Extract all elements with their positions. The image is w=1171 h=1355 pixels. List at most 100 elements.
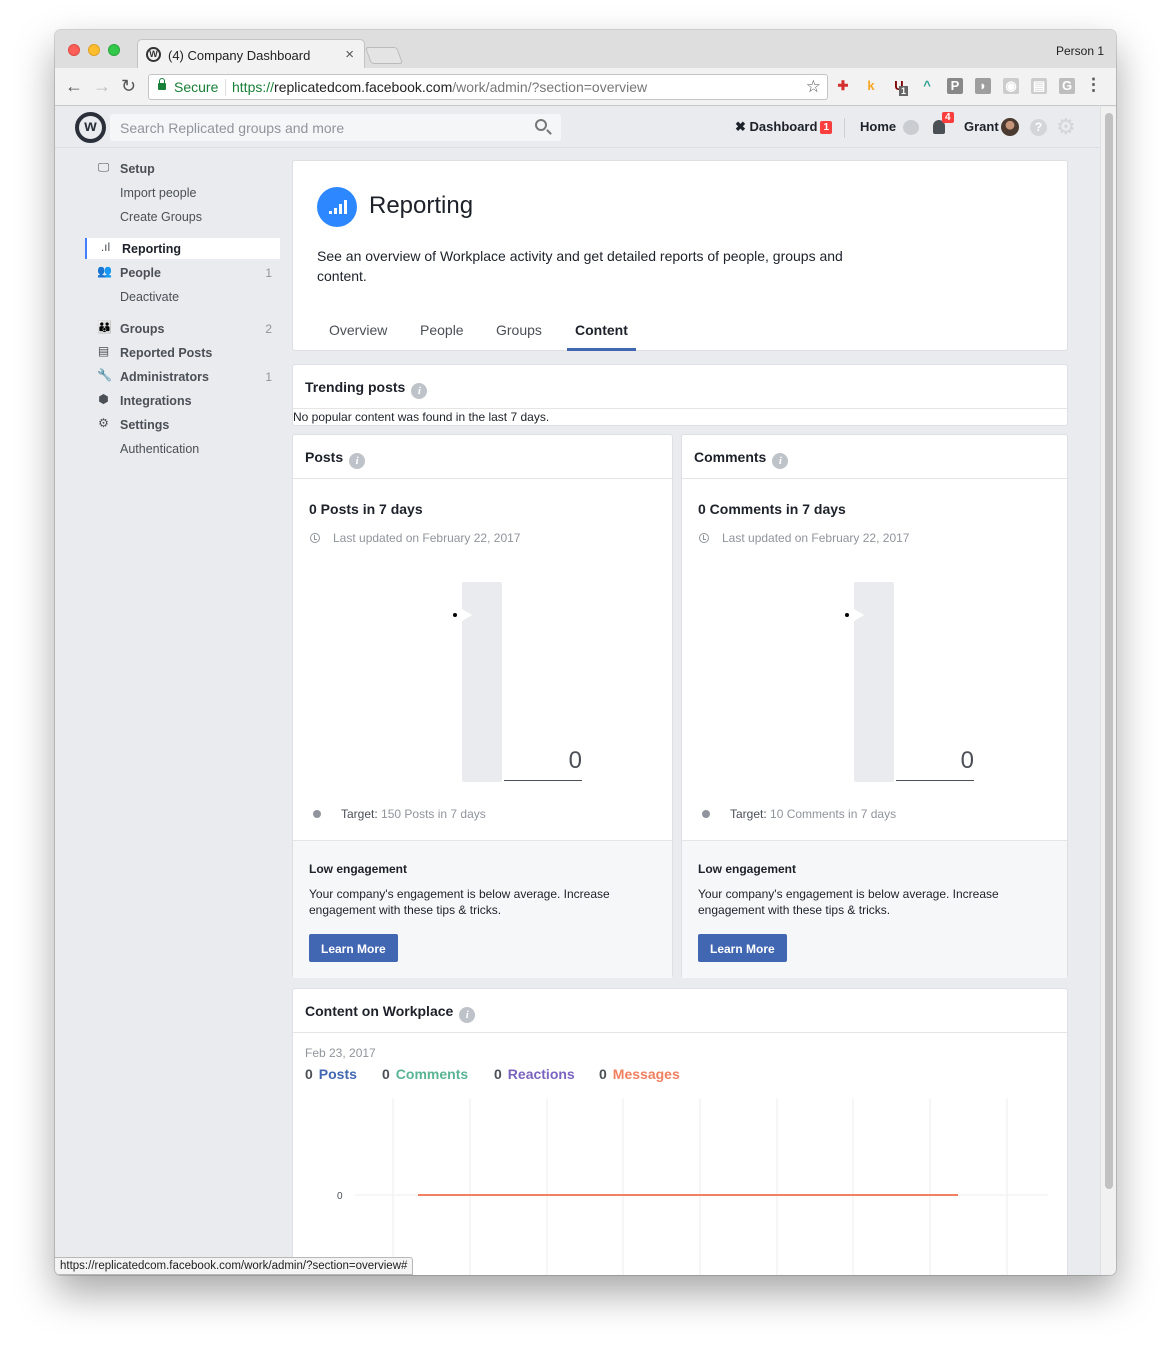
document-icon: ▤ (97, 344, 110, 358)
engagement-panel: Low engagement Your company's engagement … (293, 840, 672, 978)
last-updated: Last updated on February 22, 2017 (722, 531, 910, 545)
dashboard-link[interactable]: ✖ Dashboard 1 (735, 119, 832, 135)
sidebar-item-create-groups[interactable]: Create Groups (85, 206, 280, 227)
page-scrollbar[interactable] (1100, 107, 1116, 1275)
g-extension-icon[interactable]: G (1059, 78, 1075, 94)
sidebar-item-setup[interactable]: 🖵 Setup (85, 158, 280, 179)
browser-menu-icon[interactable]: ⋮ (1085, 75, 1102, 95)
sidebar-item-reported-posts[interactable]: ▤ Reported Posts (85, 342, 280, 363)
sidebar-item-label: Authentication (120, 442, 200, 456)
active-tab-indicator (567, 348, 636, 351)
target-value: 10 Comments in 7 days (770, 807, 897, 821)
monitor-icon: 🖵 (97, 160, 110, 174)
settings-gear-icon[interactable]: ⚙ (1056, 114, 1076, 140)
address-bar[interactable]: Secure https://replicatedcom.facebook.co… (148, 74, 828, 100)
close-window-button[interactable] (68, 44, 80, 56)
comments-metric-card: Comments i 0 Comments in 7 days Last update… (681, 434, 1068, 978)
sidebar-item-label: Deactivate (120, 290, 180, 304)
dashboard-badge: 1 (820, 121, 832, 134)
content-on-workplace-title: Content on Workplace i (305, 1003, 476, 1023)
stat-comments[interactable]: 0 Comments (382, 1066, 468, 1082)
new-tab-button[interactable] (364, 47, 404, 64)
content-on-workplace-label: Content on Workplace (305, 1003, 454, 1019)
bookmark-star-icon[interactable]: ☆ (806, 77, 821, 97)
tab-overview[interactable]: Overview (329, 322, 387, 338)
learn-more-button[interactable]: Learn More (698, 934, 787, 962)
sidebar-item-settings[interactable]: ⚙ Settings (85, 414, 280, 435)
record-icon[interactable]: ◉ (1003, 78, 1019, 94)
help-icon[interactable]: ? (1030, 119, 1047, 136)
y-tick-label: 0 (337, 1191, 343, 1202)
url-path: /work/admin/?section=overview (452, 79, 648, 95)
stat-count: 0 (305, 1066, 313, 1082)
learn-more-button[interactable]: Learn More (309, 934, 398, 962)
sidebar-item-label: Create Groups (120, 210, 202, 224)
comments-card-title: Comments i (694, 449, 789, 469)
lastpass-icon[interactable]: ✚ (835, 78, 851, 94)
sidebar-item-administrators[interactable]: 🔧 Administrators 1 (85, 366, 280, 387)
minimize-window-button[interactable] (88, 44, 100, 56)
tab-people[interactable]: People (420, 322, 464, 338)
sidebar-item-label: Integrations (120, 394, 192, 408)
engagement-description: Your company's engagement is below avera… (309, 887, 610, 917)
browser-tab[interactable]: W (4) Company Dashboard × (137, 39, 365, 69)
people-icon: 👥 (97, 264, 112, 278)
user-name-link[interactable]: Grant (964, 119, 999, 134)
sidebar-item-label: Groups (120, 322, 165, 336)
info-icon[interactable]: i (772, 453, 789, 469)
info-icon[interactable]: i (459, 1007, 476, 1023)
address-separator (225, 79, 226, 96)
info-icon[interactable]: i (411, 383, 428, 399)
divider (682, 478, 1067, 479)
sidebar-item-integrations[interactable]: ⬢ Integrations (85, 390, 280, 411)
posts-value: 0 (568, 747, 582, 774)
maximize-window-button[interactable] (108, 44, 120, 56)
page-description: See an overview of Workplace activity an… (317, 248, 843, 284)
topbar-separator (844, 118, 845, 138)
ublock-icon[interactable]: U1 (891, 78, 909, 96)
stat-messages[interactable]: 0 Messages (599, 1066, 680, 1082)
tab-content[interactable]: Content (575, 322, 628, 338)
url-text[interactable]: https://replicatedcom.facebook.com/work/… (232, 79, 647, 95)
back-arrow-icon[interactable]: ← (65, 76, 83, 97)
posts-progress-gauge (462, 582, 502, 782)
search-input[interactable]: Search Replicated groups and more (110, 114, 561, 141)
sidebar-item-label: Setup (120, 162, 155, 176)
dashboard-label: Dashboard (749, 119, 818, 134)
forward-arrow-icon[interactable]: → (93, 76, 111, 97)
stat-posts[interactable]: 0 Posts (305, 1066, 357, 1082)
pocket-icon[interactable]: ◗ (975, 78, 991, 94)
sidebar-item-import-people[interactable]: Import people (85, 182, 280, 203)
reader-icon[interactable]: ▤ (1031, 78, 1047, 94)
sidebar-item-authentication[interactable]: Authentication (85, 438, 280, 459)
k-extension-icon[interactable]: k (863, 78, 879, 94)
wrench-icon: 🔧 (97, 368, 112, 382)
p-extension-icon[interactable]: P (947, 78, 963, 94)
avatar[interactable] (1001, 118, 1019, 136)
sidebar-item-deactivate[interactable]: Deactivate (85, 286, 280, 307)
reporting-header-card: Reporting See an overview of Workplace a… (292, 160, 1068, 351)
reload-icon[interactable]: ↻ (121, 76, 136, 97)
card-title-label: Posts (305, 449, 344, 465)
content-date: Feb 23, 2017 (305, 1046, 376, 1060)
stat-label: Reactions (507, 1066, 575, 1082)
home-link[interactable]: Home (860, 119, 896, 134)
target-label: Target: (730, 807, 767, 821)
search-icon[interactable] (535, 119, 547, 131)
sidebar-item-reporting[interactable]: .ıl Reporting (85, 238, 280, 259)
target-value: 150 Posts in 7 days (381, 807, 486, 821)
tab-close-icon[interactable]: × (345, 46, 354, 63)
info-icon[interactable]: i (349, 453, 366, 469)
rainbow-icon[interactable]: ^ (919, 78, 935, 94)
sidebar-item-groups[interactable]: 👪 Groups 2 (85, 318, 280, 339)
workplace-logo-icon[interactable]: w (75, 112, 106, 143)
chat-icon[interactable] (903, 120, 919, 135)
profile-button[interactable]: Person 1 (1056, 44, 1104, 58)
engagement-panel: Low engagement Your company's engagement … (682, 840, 1067, 978)
divider (293, 1032, 1067, 1033)
scrollbar-thumb[interactable] (1105, 113, 1113, 1189)
sidebar-item-label: Administrators (120, 370, 209, 384)
stat-reactions[interactable]: 0 Reactions (494, 1066, 575, 1082)
sidebar-item-people[interactable]: 👥 People 1 (85, 262, 280, 283)
tab-groups[interactable]: Groups (496, 322, 542, 338)
